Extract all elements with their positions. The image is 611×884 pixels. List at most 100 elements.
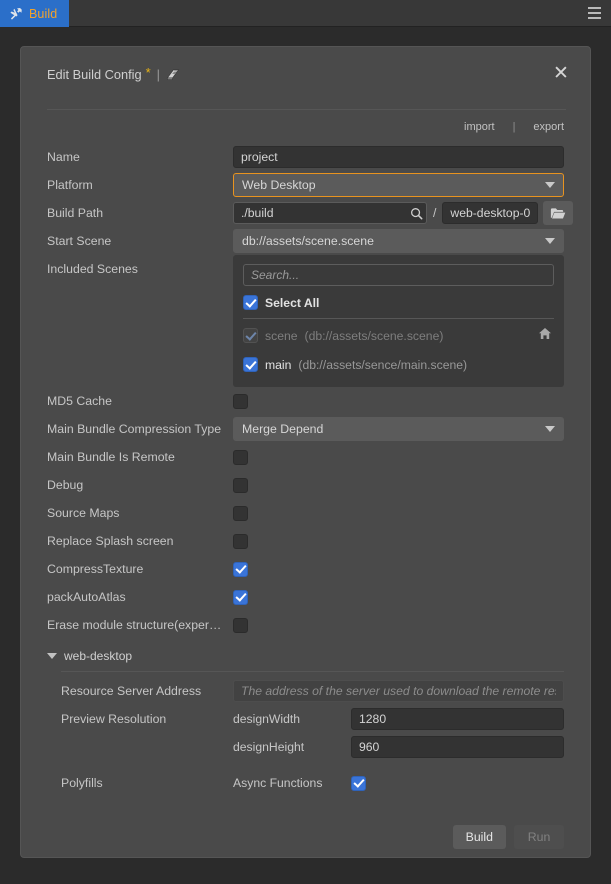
- build-config-form: Name Platform Web Desktop Build Path: [21, 133, 590, 849]
- label-main-bundle-compression-type: Main Bundle Compression Type: [47, 422, 222, 436]
- import-link[interactable]: import: [464, 121, 495, 133]
- select-all-checkbox[interactable]: [243, 295, 258, 310]
- row-polyfills: Polyfills Async Functions: [21, 769, 590, 797]
- row-main-bundle-is-remote: Main Bundle Is Remote: [21, 443, 590, 471]
- label-resource-server-address: Resource Server Address: [61, 684, 202, 698]
- async-functions-checkbox[interactable]: [351, 775, 366, 791]
- main-bundle-compression-type-select[interactable]: Merge Depend: [233, 417, 564, 441]
- name-input[interactable]: [233, 146, 564, 168]
- label-name: Name: [47, 150, 80, 164]
- label-erase-module-structure: Erase module structure(exper…: [47, 618, 222, 632]
- chevron-down-icon[interactable]: [47, 653, 57, 659]
- dialog-title-text: Edit Build Config: [47, 67, 142, 82]
- run-button: Run: [514, 825, 564, 849]
- pack-auto-atlas-checkbox[interactable]: [233, 589, 248, 605]
- row-preview-resolution-width: Preview Resolution designWidth: [21, 705, 590, 733]
- label-included-scenes: Included Scenes: [47, 262, 138, 276]
- row-md5-cache: MD5 Cache: [21, 387, 590, 415]
- label-build-path: Build Path: [47, 206, 104, 220]
- row-erase-module-structure: Erase module structure(exper…: [21, 611, 590, 639]
- platform-select[interactable]: Web Desktop: [233, 173, 564, 197]
- row-debug: Debug: [21, 471, 590, 499]
- design-width-input[interactable]: [351, 708, 564, 730]
- dialog-title: Edit Build Config * |: [47, 65, 566, 82]
- debug-checkbox[interactable]: [233, 477, 248, 493]
- build-path-field[interactable]: [233, 202, 427, 224]
- dialog-header: Edit Build Config * | ✕: [21, 47, 590, 97]
- build-path-slash: /: [433, 206, 437, 220]
- scene-select-all-row[interactable]: Select All: [243, 290, 554, 315]
- design-height-input[interactable]: [351, 736, 564, 758]
- label-async-functions: Async Functions: [233, 776, 323, 790]
- book-icon[interactable]: [166, 68, 180, 81]
- web-desktop-section-title: web-desktop: [64, 649, 133, 663]
- label-debug: Debug: [47, 478, 84, 492]
- scene-list-item[interactable]: main (db://assets/sence/main.scene): [243, 352, 554, 377]
- tab-build[interactable]: Build: [0, 0, 70, 27]
- label-design-width: designWidth: [233, 712, 301, 726]
- main-bundle-compression-type-value: Merge Depend: [242, 422, 324, 436]
- magnifier-icon[interactable]: [406, 207, 426, 220]
- row-included-scenes: Included Scenes Select All scene (db://a…: [21, 255, 590, 387]
- row-name: Name: [21, 143, 590, 171]
- md5-cache-checkbox[interactable]: [233, 393, 248, 409]
- chevron-down-icon: [545, 238, 555, 244]
- row-compress-texture: CompressTexture: [21, 555, 590, 583]
- close-button[interactable]: ✕: [549, 61, 573, 85]
- import-export-separator: |: [512, 121, 516, 133]
- label-replace-splash-screen: Replace Splash screen: [47, 534, 174, 548]
- label-main-bundle-is-remote: Main Bundle Is Remote: [47, 450, 175, 464]
- erase-module-structure-checkbox[interactable]: [233, 617, 248, 633]
- label-preview-resolution: Preview Resolution: [61, 712, 167, 726]
- dialog-footer: Build Run: [21, 797, 590, 849]
- row-source-maps: Source Maps: [21, 499, 590, 527]
- replace-splash-screen-checkbox[interactable]: [233, 533, 248, 549]
- scene-item-name: main: [265, 357, 292, 372]
- resource-server-address-input[interactable]: [233, 680, 564, 702]
- row-platform: Platform Web Desktop: [21, 171, 590, 199]
- build-hammer-icon: [10, 7, 22, 20]
- scene-checkbox[interactable]: [243, 357, 258, 372]
- build-path-group: /: [233, 201, 574, 225]
- build-button[interactable]: Build: [452, 825, 506, 849]
- scene-item-name: scene: [265, 328, 298, 343]
- build-folder-name-input[interactable]: [442, 202, 539, 224]
- chevron-down-icon: [545, 182, 555, 188]
- export-link[interactable]: export: [533, 121, 564, 133]
- start-scene-select[interactable]: db://assets/scene.scene: [233, 229, 564, 253]
- row-pack-auto-atlas: packAutoAtlas: [21, 583, 590, 611]
- row-resource-server-address: Resource Server Address: [21, 677, 590, 705]
- label-polyfills: Polyfills: [61, 776, 103, 790]
- row-replace-splash-screen: Replace Splash screen: [21, 527, 590, 555]
- scene-search-input[interactable]: [243, 264, 554, 286]
- scene-list-divider: [243, 318, 554, 319]
- edit-build-config-dialog: Edit Build Config * | ✕ import | export …: [20, 46, 591, 858]
- label-md5-cache: MD5 Cache: [47, 394, 112, 408]
- label-start-scene: Start Scene: [47, 234, 112, 248]
- label-pack-auto-atlas: packAutoAtlas: [47, 590, 126, 604]
- chevron-down-icon: [545, 426, 555, 432]
- included-scenes-box: Select All scene (db://assets/scene.scen…: [233, 255, 564, 387]
- row-preview-resolution-height: designHeight: [21, 733, 590, 761]
- build-path-input[interactable]: [234, 203, 406, 223]
- tab-build-label: Build: [29, 6, 58, 21]
- dirty-marker: *: [145, 65, 151, 80]
- folder-open-icon[interactable]: [543, 201, 574, 225]
- home-icon[interactable]: [538, 327, 552, 345]
- row-start-scene: Start Scene db://assets/scene.scene: [21, 227, 590, 255]
- row-main-bundle-compression-type: Main Bundle Compression Type Merge Depen…: [21, 415, 590, 443]
- label-compress-texture: CompressTexture: [47, 562, 144, 576]
- platform-select-value: Web Desktop: [242, 178, 316, 192]
- scene-list-item: scene (db://assets/scene.scene): [243, 323, 554, 348]
- row-build-path: Build Path /: [21, 199, 590, 227]
- label-design-height: designHeight: [233, 740, 305, 754]
- main-bundle-is-remote-checkbox[interactable]: [233, 449, 248, 465]
- hamburger-menu-icon[interactable]: [577, 0, 611, 26]
- web-desktop-section-header[interactable]: web-desktop: [21, 643, 590, 669]
- scene-checkbox: [243, 328, 258, 343]
- top-tab-bar: Build: [0, 0, 611, 27]
- compress-texture-checkbox[interactable]: [233, 561, 248, 577]
- tab-bar-spacer: [69, 0, 577, 26]
- scene-item-path: (db://assets/scene.scene): [304, 328, 444, 343]
- source-maps-checkbox[interactable]: [233, 505, 248, 521]
